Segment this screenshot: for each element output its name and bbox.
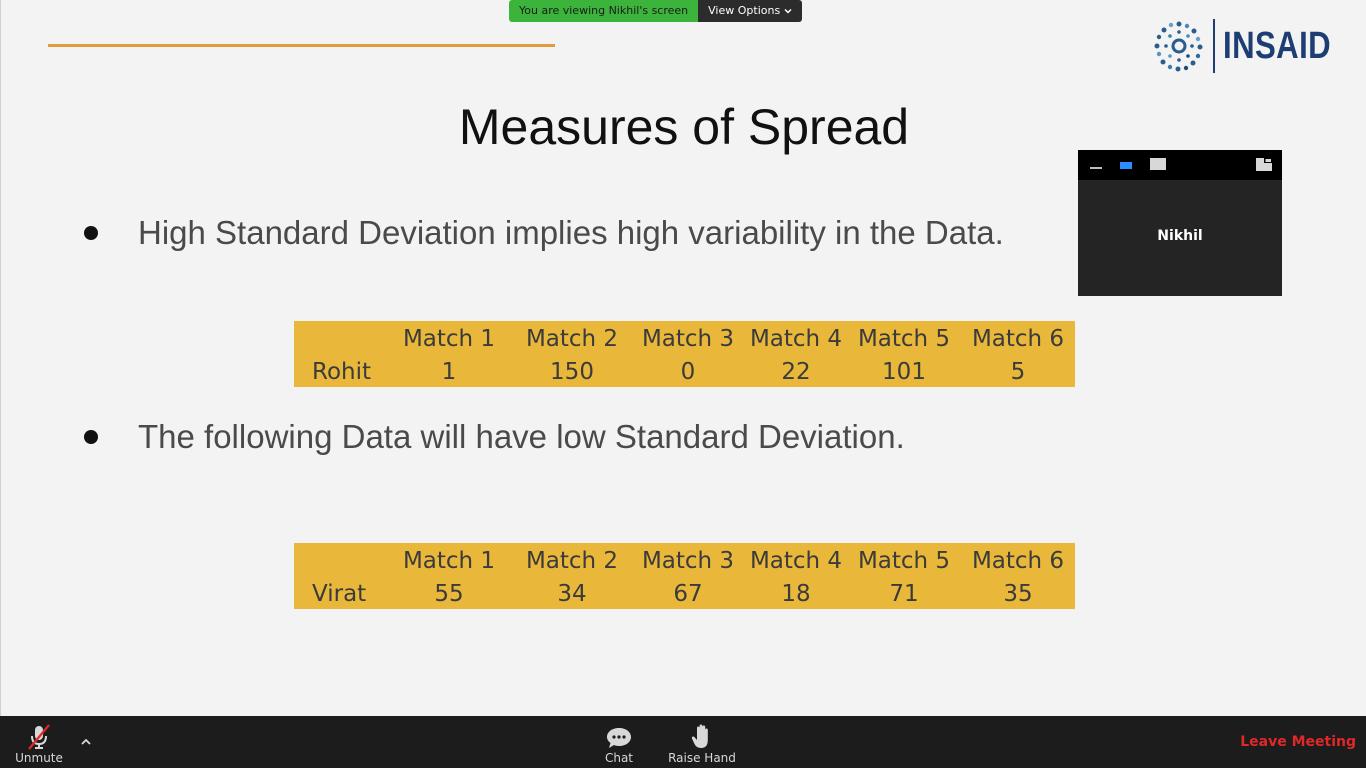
table-header: Match 3 [641, 548, 735, 574]
expand-icon[interactable] [1256, 158, 1272, 171]
table-header: Match 2 [525, 548, 619, 574]
table-header: Match 4 [749, 326, 843, 352]
meeting-toolbar: Unmute Chat Raise Hand Leave Meeting [0, 716, 1366, 768]
bullet-text: The following Data will have low Standar… [138, 418, 905, 455]
table-header: Match 1 [402, 326, 496, 352]
insaid-logo: INSAID [1151, 16, 1355, 76]
raised-hand-icon [691, 724, 708, 748]
share-banner: You are viewing Nikhil's screen View Opt… [509, 0, 803, 22]
table-cell: 55 [434, 581, 464, 607]
raise-hand-label: Raise Hand [668, 751, 736, 765]
bullet-dot [84, 226, 98, 240]
table-cell: 22 [781, 359, 811, 385]
chevron-up-icon[interactable] [78, 734, 94, 750]
table-cell: 18 [781, 581, 811, 607]
participant-video-panel[interactable]: Nikhil [1078, 150, 1282, 296]
raise-hand-button[interactable]: Raise Hand [664, 716, 740, 768]
unmute-button[interactable]: Unmute [10, 716, 68, 768]
bullet-item: High Standard Deviation implies high var… [81, 214, 1004, 252]
microphone-muted-icon [28, 724, 50, 750]
table-header: Match 2 [525, 326, 619, 352]
table-header: Match 3 [641, 326, 735, 352]
chat-label: Chat [604, 751, 634, 765]
participant-name: Nikhil [1157, 228, 1203, 244]
chat-bubble-icon [607, 728, 631, 748]
video-controls-bar [1078, 150, 1282, 180]
bullet-item: The following Data will have low Standar… [81, 418, 905, 456]
table-header: Match 1 [402, 548, 496, 574]
unmute-label: Unmute [15, 751, 63, 765]
gallery-view-icon[interactable] [1150, 158, 1166, 170]
table-cell: 5 [1010, 359, 1026, 385]
slide-title: Measures of Spread [458, 99, 910, 155]
table-row-label: Rohit [312, 359, 372, 385]
table-cell: 35 [1003, 581, 1033, 607]
view-options-button[interactable]: View Options [698, 0, 803, 22]
speaker-view-icon[interactable] [1120, 162, 1132, 169]
table-cell: 71 [889, 581, 919, 607]
accent-line [48, 44, 555, 47]
table-row-label: Virat [312, 581, 367, 607]
table-header: Match 5 [857, 548, 951, 574]
table-cell: 34 [557, 581, 587, 607]
viewing-status: You are viewing Nikhil's screen [509, 0, 699, 22]
logo-divider [1213, 19, 1215, 73]
minimize-icon[interactable] [1090, 167, 1102, 169]
table-cell: 0 [680, 359, 696, 385]
shared-screen: You are viewing Nikhil's screen View Opt… [0, 0, 1366, 716]
table-cell: 1 [441, 359, 457, 385]
bullet-dot [84, 430, 98, 444]
chevron-down-icon [784, 8, 792, 14]
table-header: Match 4 [749, 548, 843, 574]
table-header: Match 5 [857, 326, 951, 352]
table-cell: 67 [673, 581, 703, 607]
rohit-scores-table: Match 1 Match 2 Match 3 Match 4 Match 5 … [294, 321, 1075, 387]
table-cell: 150 [550, 359, 594, 385]
table-cell: 101 [882, 359, 926, 385]
leave-meeting-button[interactable]: Leave Meeting [1240, 734, 1356, 750]
virat-scores-table: Match 1 Match 2 Match 3 Match 4 Match 5 … [294, 543, 1075, 609]
table-header: Match 6 [971, 548, 1065, 574]
logo-text: INSAID [1223, 24, 1332, 67]
bullet-text: High Standard Deviation implies high var… [138, 214, 1004, 251]
logo-mark-icon [1154, 21, 1203, 72]
chat-button[interactable]: Chat [598, 716, 640, 768]
view-options-label: View Options [708, 4, 781, 17]
table-header: Match 6 [971, 326, 1065, 352]
